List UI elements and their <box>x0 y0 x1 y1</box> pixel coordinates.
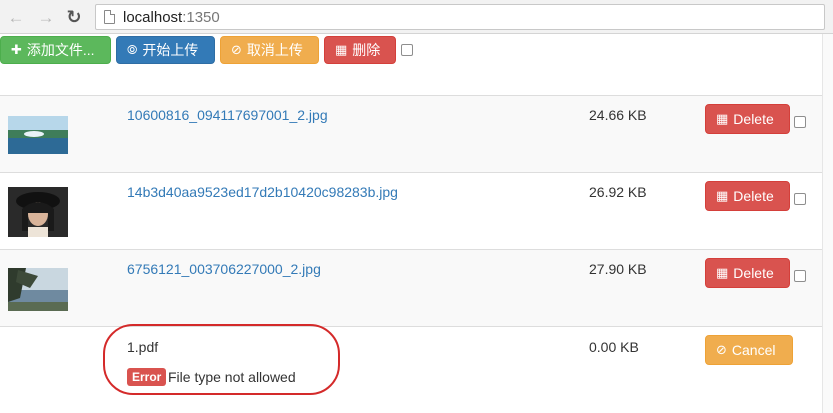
ban-icon: ⊘ <box>716 342 727 357</box>
address-bar[interactable]: localhost:1350 <box>95 4 825 30</box>
file-name-link[interactable]: 14b3d40aa9523ed17d2b10420c98283b.jpg <box>127 184 398 200</box>
file-size: 26.92 KB <box>589 184 647 200</box>
file-name-link[interactable]: 10600816_094117697001_2.jpg <box>127 107 328 123</box>
select-all-checkbox[interactable] <box>401 44 413 56</box>
trash-icon: ▦ <box>716 188 729 203</box>
thumbnail <box>8 268 68 311</box>
reload-icon[interactable]: ↻ <box>64 7 84 27</box>
file-name-link[interactable]: 6756121_003706227000_2.jpg <box>127 261 321 277</box>
browser-toolbar: ← → ↻ localhost:1350 <box>0 0 833 34</box>
start-upload-button[interactable]: ⦾ 开始上传 <box>116 36 215 64</box>
file-size: 27.90 KB <box>589 261 647 277</box>
arrow-left-icon[interactable]: ← <box>6 7 26 27</box>
ban-icon: ⊘ <box>231 42 242 57</box>
file-select-checkbox[interactable] <box>794 193 806 205</box>
url-host: localhost <box>123 8 183 26</box>
file-row: 6756121_003706227000_2.jpg 27.90 KB ▦ De… <box>0 249 822 326</box>
error-highlight-outline <box>103 324 340 395</box>
delete-button[interactable]: ▦ 删除 <box>324 36 396 64</box>
thumbnail <box>8 116 68 154</box>
start-upload-label: 开始上传 <box>142 42 199 58</box>
cancel-file-button[interactable]: ⊘ Cancel <box>705 335 793 365</box>
upload-toolbar: ✚ 添加文件... ⦾ 开始上传 ⊘ 取消上传 ▦ 删除 <box>0 36 833 64</box>
delete-file-label: Delete <box>733 188 774 204</box>
add-files-label: 添加文件... <box>26 42 95 58</box>
cancel-file-label: Cancel <box>731 342 776 358</box>
file-row: 14b3d40aa9523ed17d2b10420c98283b.jpg 26.… <box>0 172 822 249</box>
delete-file-button[interactable]: ▦ Delete <box>705 258 790 288</box>
thumbnail <box>8 187 68 237</box>
arrow-right-icon[interactable]: → <box>36 7 56 27</box>
trash-icon: ▦ <box>335 42 348 57</box>
file-select-checkbox[interactable] <box>794 116 806 128</box>
page-icon <box>104 10 115 24</box>
file-row: 10600816_094117697001_2.jpg 24.66 KB ▦ D… <box>0 95 822 172</box>
cancel-upload-label: 取消上传 <box>246 42 303 58</box>
url-port: :1350 <box>182 8 220 26</box>
file-size: 0.00 KB <box>589 339 639 355</box>
page-edge <box>822 34 833 413</box>
plus-icon: ✚ <box>11 42 22 57</box>
delete-file-label: Delete <box>733 111 774 127</box>
cancel-upload-button[interactable]: ⊘ 取消上传 <box>220 36 319 64</box>
trash-icon: ▦ <box>716 111 729 126</box>
delete-label: 删除 <box>352 42 381 58</box>
file-select-checkbox[interactable] <box>794 270 806 282</box>
delete-file-button[interactable]: ▦ Delete <box>705 104 790 134</box>
delete-file-button[interactable]: ▦ Delete <box>705 181 790 211</box>
upload-circle-icon: ⦾ <box>127 42 138 57</box>
add-files-button[interactable]: ✚ 添加文件... <box>0 36 111 64</box>
delete-file-label: Delete <box>733 265 774 281</box>
file-size: 24.66 KB <box>589 107 647 123</box>
trash-icon: ▦ <box>716 265 729 280</box>
